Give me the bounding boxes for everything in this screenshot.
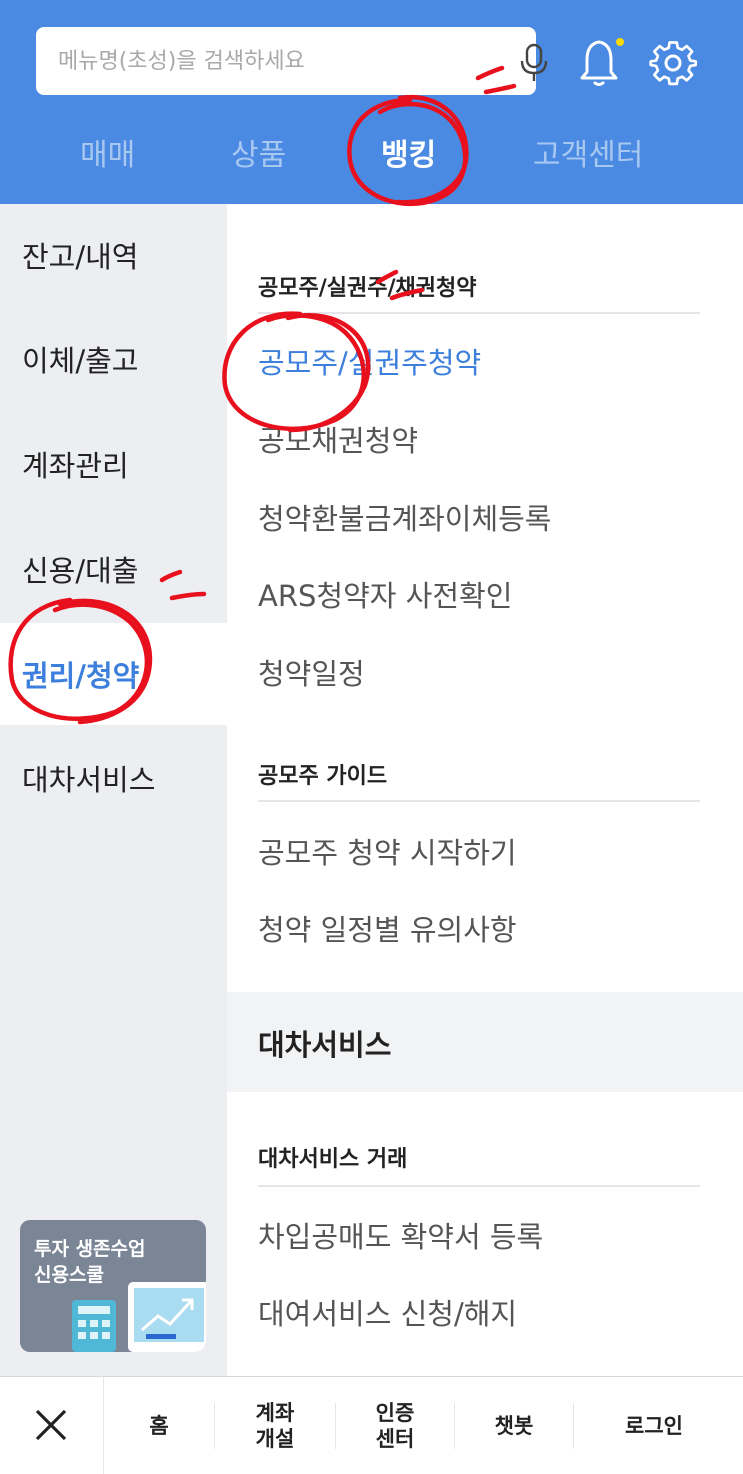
- gear-icon[interactable]: [648, 38, 698, 88]
- menu-link-schedule-notes[interactable]: 청약 일정별 유의사항: [258, 907, 517, 949]
- section-title: 대차서비스 거래: [258, 1147, 408, 1172]
- sidebar-item-rights[interactable]: 권리/청약: [0, 623, 227, 725]
- nav-home[interactable]: 홈: [104, 1377, 214, 1474]
- sidebar-item-transfer[interactable]: 이체/출고: [0, 308, 227, 410]
- tab-customer-center[interactable]: 고객센터: [533, 130, 643, 174]
- notification-dot: [616, 38, 624, 46]
- sidebar-item-lending[interactable]: 대차서비스: [0, 727, 227, 829]
- nav-cert-center[interactable]: 인증 센터: [336, 1377, 454, 1474]
- main-tabs: 매매 상품 뱅킹 고객센터: [0, 118, 743, 188]
- menu-link-ipo-start[interactable]: 공모주 청약 시작하기: [258, 830, 517, 872]
- sidebar-item-account[interactable]: 계좌관리: [0, 413, 227, 515]
- sidebar-item-balance[interactable]: 잔고/내역: [0, 204, 227, 306]
- group-header: 대차서비스: [227, 992, 743, 1092]
- menu-content: 공모주/실권주/채권청약 공모주/실권주청약 공모채권청약 청약환불금계좌이체등…: [227, 204, 743, 1376]
- close-button[interactable]: [0, 1377, 104, 1474]
- bell-icon[interactable]: [578, 36, 624, 88]
- close-icon: [35, 1409, 67, 1441]
- menu-link-bond-subscription[interactable]: 공모채권청약: [258, 418, 418, 460]
- menu-link-refund-account[interactable]: 청약환불금계좌이체등록: [258, 496, 551, 538]
- app-screen: 매매 상품 뱅킹 고객센터 잔고/내역 이체/출고 계좌관리 신용/대출 권리/…: [0, 0, 743, 1474]
- sidebar: 잔고/내역 이체/출고 계좌관리 신용/대출 권리/청약 대차서비스: [0, 204, 227, 1376]
- menu-link-ipo-subscription[interactable]: 공모주/실권주청약: [258, 340, 481, 382]
- section-title: 공모주/실권주/채권청약: [258, 276, 477, 301]
- sidebar-item-label: 계좌관리: [22, 449, 129, 483]
- tab-trade[interactable]: 매매: [80, 130, 135, 174]
- sidebar-item-label: 이체/출고: [22, 344, 139, 378]
- sidebar-item-label: 권리/청약: [22, 659, 140, 693]
- sidebar-item-label: 대차서비스: [22, 763, 156, 797]
- sidebar-item-label: 신용/대출: [22, 554, 139, 588]
- section-title: 공모주 가이드: [258, 764, 388, 789]
- bottom-nav: 홈 계좌 개설 인증 센터 챗봇 로그인: [0, 1376, 743, 1474]
- menu-link-lending-service[interactable]: 대여서비스 신청/해지: [258, 1291, 517, 1333]
- search-box[interactable]: [36, 27, 548, 95]
- menu-link-ars-check[interactable]: ARS청약자 사전확인: [258, 573, 512, 615]
- menu-link-schedule[interactable]: 청약일정: [258, 651, 365, 693]
- nav-login[interactable]: 로그인: [574, 1377, 734, 1474]
- sidebar-item-label: 잔고/내역: [22, 240, 139, 274]
- promo-illustration: [72, 1282, 206, 1352]
- tab-banking[interactable]: 뱅킹: [381, 130, 436, 174]
- microphone-icon[interactable]: [514, 41, 554, 85]
- nav-open-account[interactable]: 계좌 개설: [215, 1377, 335, 1474]
- sidebar-item-credit[interactable]: 신용/대출: [0, 518, 227, 620]
- chart-up-icon: [134, 1288, 204, 1342]
- divider: [258, 1185, 700, 1187]
- group-title: 대차서비스: [258, 1028, 392, 1062]
- header: 매매 상품 뱅킹 고객센터: [0, 0, 743, 204]
- tab-products[interactable]: 상품: [231, 130, 286, 174]
- menu-link-short-sale-pledge[interactable]: 차입공매도 확약서 등록: [258, 1214, 543, 1256]
- nav-chatbot[interactable]: 챗봇: [455, 1377, 573, 1474]
- search-input[interactable]: [58, 27, 478, 95]
- promo-banner[interactable]: 투자 생존수업 신용스쿨: [20, 1220, 206, 1352]
- divider: [258, 312, 700, 314]
- divider: [258, 800, 700, 802]
